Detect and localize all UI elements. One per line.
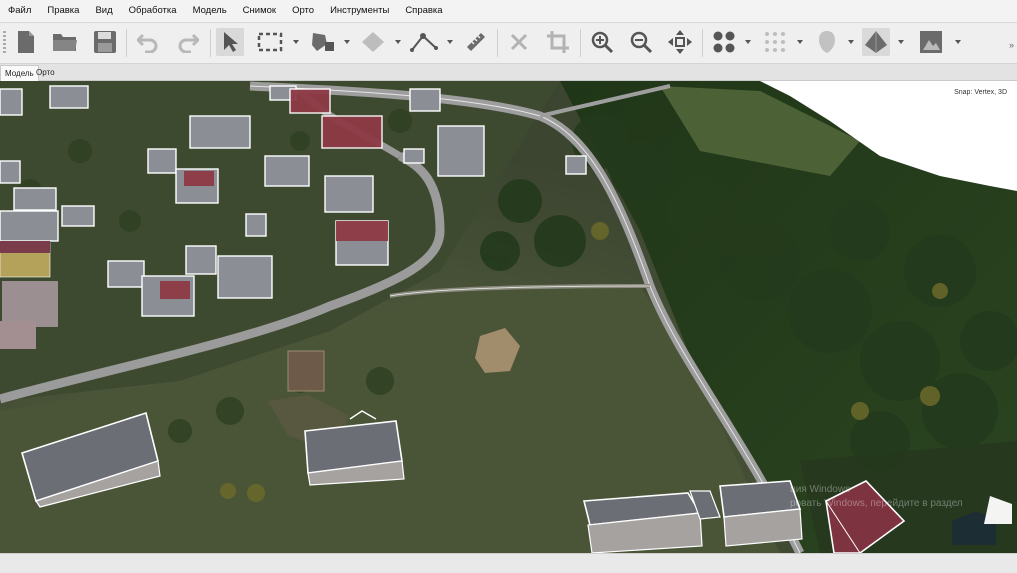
draw-shape-icon[interactable] [359,28,387,56]
sparse-cloud-dropdown-icon[interactable] [797,40,803,44]
crop-icon[interactable] [544,28,572,56]
activation-watermark: ция Windows ровать Windows, перейдите в … [790,483,963,511]
model-dropdown-icon[interactable] [898,40,904,44]
snap-status: Snap: Vertex, 3D [954,89,1007,96]
shape-dropdown-icon[interactable] [395,40,401,44]
rectangle-selection-icon[interactable] [256,28,284,56]
open-folder-icon[interactable] [51,28,79,56]
new-document-icon[interactable] [12,28,40,56]
polygon-dropdown-icon[interactable] [344,40,350,44]
toolbar-grip[interactable] [3,31,6,55]
status-bar [0,553,1017,573]
toolbar-overflow-icon[interactable]: » [1009,40,1014,50]
redo-icon[interactable] [174,28,202,56]
point-cloud-dropdown-icon[interactable] [745,40,751,44]
model-viewport[interactable]: Snap: Vertex, 3D ция Windows ровать Wind… [0,81,1017,553]
watermark-line-1: ция Windows [790,484,851,495]
undo-icon[interactable] [134,28,162,56]
menu-view[interactable]: Вид [87,0,120,22]
menu-photo[interactable]: Снимок [235,0,284,22]
sparse-cloud-icon[interactable] [761,28,789,56]
delete-icon[interactable] [505,28,533,56]
orthomosaic-dropdown-icon[interactable] [955,40,961,44]
polyline-dropdown-icon[interactable] [447,40,453,44]
ruler-icon[interactable] [462,28,490,56]
tiled-model-dropdown-icon[interactable] [848,40,854,44]
selection-dropdown-icon[interactable] [293,40,299,44]
menu-edit[interactable]: Правка [39,0,87,22]
move-icon[interactable] [666,28,694,56]
draw-polyline-icon[interactable] [410,28,438,56]
tab-ortho[interactable]: Орто [32,65,59,80]
orthomosaic-icon[interactable] [917,28,945,56]
tiled-model-icon[interactable] [813,28,841,56]
menu-file[interactable]: Файл [0,0,39,22]
menu-help[interactable]: Справка [397,0,450,22]
zoom-out-icon[interactable] [627,28,655,56]
menu-ortho[interactable]: Орто [284,0,322,22]
menu-tools[interactable]: Инструменты [322,0,397,22]
point-cloud-icon[interactable] [710,28,738,56]
model-icon[interactable] [862,28,890,56]
menu-workflow[interactable]: Обработка [121,0,185,22]
toolbar: » [0,23,1017,64]
save-icon[interactable] [91,28,119,56]
zoom-in-icon[interactable] [588,28,616,56]
watermark-line-2: ровать Windows, перейдите в раздел [790,498,963,509]
draw-polygon-icon[interactable] [309,28,337,56]
menu-bar: Файл Правка Вид Обработка Модель Снимок … [0,0,1017,23]
view-tabs: Модель Орто [0,64,1017,81]
navigation-arrow-icon[interactable] [216,28,244,56]
menu-model[interactable]: Модель [185,0,235,22]
